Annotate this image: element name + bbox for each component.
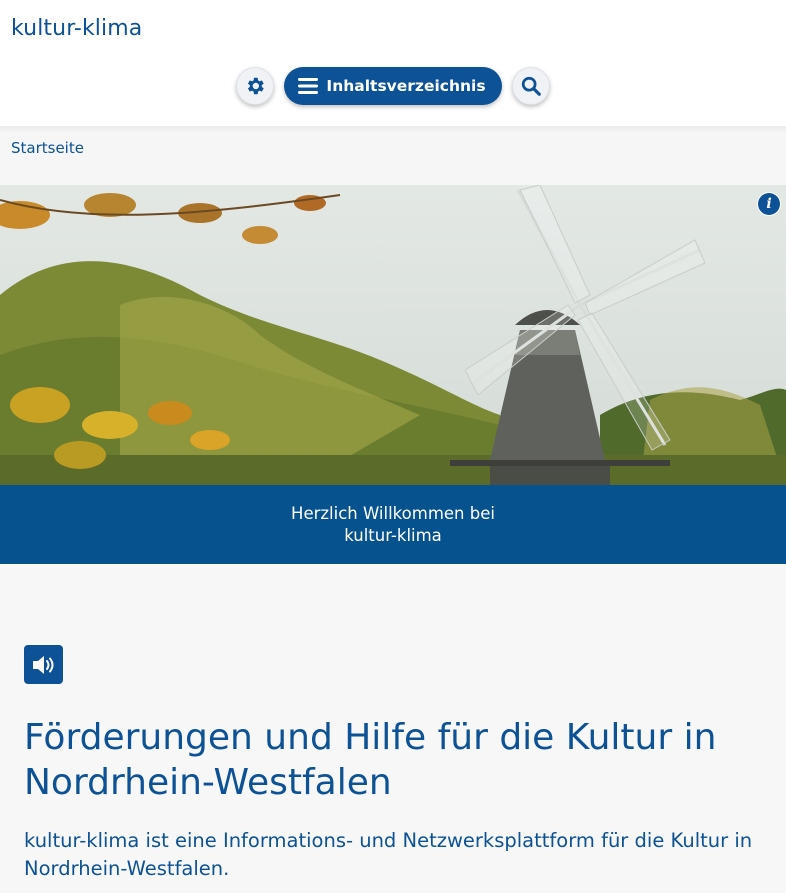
gear-icon (248, 77, 265, 95)
table-of-contents-button[interactable]: Inhaltsverzeichnis (284, 67, 502, 105)
read-aloud-button[interactable] (24, 645, 63, 684)
image-info-button[interactable]: i (758, 193, 780, 215)
header-divider (0, 126, 786, 132)
search-icon (521, 76, 541, 96)
breadcrumb-bar (0, 128, 786, 185)
hamburger-menu-icon (298, 78, 319, 94)
settings-button[interactable] (236, 67, 275, 105)
hero-image: i (0, 185, 786, 485)
welcome-line-2: kultur-klima (344, 525, 442, 545)
main-content: Förderungen und Hilfe für die Kultur in … (0, 564, 786, 893)
welcome-banner: Herzlich Willkommen bei kultur-klima (0, 485, 786, 564)
welcome-line-1: Herzlich Willkommen bei (291, 503, 495, 523)
toc-label: Inhaltsverzeichnis (326, 77, 486, 95)
speaker-icon (32, 655, 53, 674)
intro-text: kultur-klima ist eine Informations- und … (24, 829, 753, 880)
site-title[interactable]: kultur-klima (11, 16, 142, 41)
windmill-landscape-image (0, 185, 786, 485)
breadcrumb: Startseite (11, 139, 84, 157)
search-button[interactable] (511, 67, 550, 105)
breadcrumb-home-link[interactable]: Startseite (11, 139, 84, 157)
header-toolbar: Inhaltsverzeichnis (0, 66, 786, 106)
page-title: Förderungen und Hilfe für die Kultur in … (24, 717, 717, 803)
